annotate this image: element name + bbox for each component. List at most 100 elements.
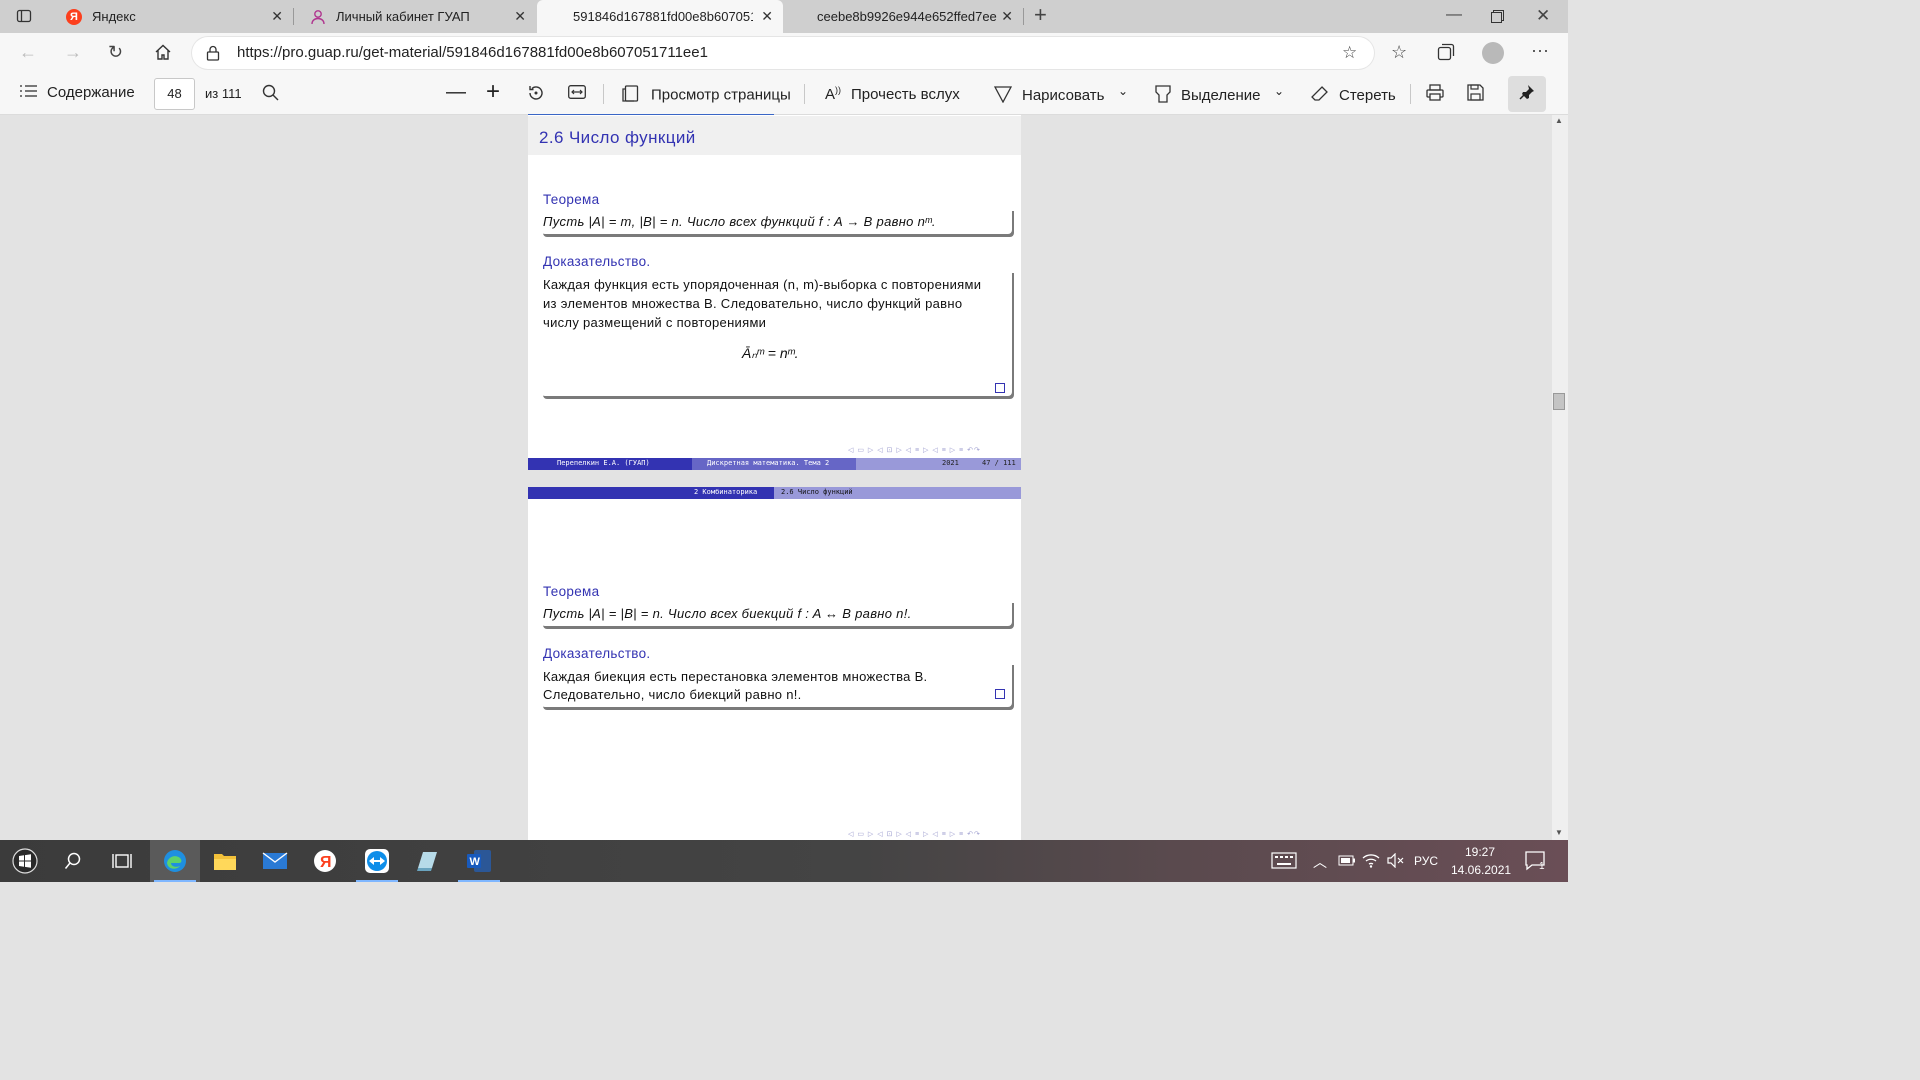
footer-author: Перепелкин Е.А. (ГУАП) (557, 459, 650, 467)
tab-title: Личный кабинет ГУАП (336, 9, 470, 24)
pin-toolbar-button[interactable] (1508, 76, 1546, 112)
profile-avatar[interactable] (1482, 42, 1504, 64)
theorem-title: Теорема (543, 192, 600, 207)
app-icon[interactable] (402, 840, 452, 882)
tab-yandex[interactable]: Я Яндекс ✕ (50, 0, 293, 33)
chevron-down-icon[interactable]: ⌄ (1118, 84, 1128, 98)
theorem-text: Пусть |A| = |B| = n. Число всех биекций … (543, 606, 912, 621)
contents-button[interactable]: Содержание (20, 84, 135, 102)
beamer-navigation-symbols[interactable]: ◁ ▭ ▷ ◁ ⊡ ▷ ◁ ≡ ▷ ◁ ≡ ▷ ≡ ↶↷ (848, 446, 981, 454)
volume-muted-icon[interactable] (1387, 852, 1405, 871)
close-icon[interactable]: ✕ (271, 8, 283, 25)
draw-label: Нарисовать (1022, 86, 1105, 104)
header-subsection: 2.6 Число функций (781, 488, 853, 496)
close-icon[interactable]: ✕ (761, 8, 773, 25)
qed-square (995, 383, 1005, 393)
proof-line: Каждая биекция есть перестановка элемент… (543, 669, 928, 684)
page-number-input[interactable]: 48 (154, 78, 195, 110)
maximize-icon[interactable] (1491, 8, 1504, 26)
proof-line: Следовательно, число биекций равно n!. (543, 687, 802, 702)
tab-title: Яндекс (92, 9, 136, 24)
minimize-icon[interactable]: — (1446, 6, 1462, 24)
yandex-browser-icon[interactable]: Я (300, 840, 350, 882)
edge-icon[interactable] (150, 840, 200, 882)
keyboard-icon[interactable] (1271, 852, 1297, 872)
tab-bar: Я Яндекс ✕ Личный кабинет ГУАП ✕ 591846d… (0, 0, 1568, 33)
save-icon[interactable] (1467, 84, 1484, 105)
proof-line: из элементов множества B. Следовательно,… (543, 296, 963, 311)
read-aloud-label: Прочесть вслух (851, 86, 960, 103)
qed-square (995, 689, 1005, 699)
erase-button[interactable]: Стереть (1311, 85, 1396, 107)
close-icon[interactable]: ✕ (1001, 8, 1013, 25)
footer-page-count: 47 / 111 (982, 459, 1016, 467)
draw-button[interactable]: Нарисовать (993, 85, 1105, 107)
mail-icon[interactable] (250, 840, 300, 882)
close-icon[interactable]: ✕ (514, 8, 526, 25)
chevron-down-icon[interactable]: ⌄ (1274, 84, 1284, 98)
close-window-icon[interactable]: ✕ (1536, 7, 1550, 25)
tab-guap-cabinet[interactable]: Личный кабинет ГУАП ✕ (294, 0, 536, 33)
teamviewer-icon[interactable] (352, 840, 402, 882)
word-icon[interactable]: W (454, 840, 504, 882)
zoom-in-icon[interactable]: + (486, 78, 500, 106)
windows-start-icon[interactable] (0, 840, 50, 882)
new-tab-icon[interactable]: + (1034, 4, 1047, 26)
person-icon (310, 9, 326, 25)
tab-actions-icon[interactable] (16, 8, 32, 27)
clock-date[interactable]: 14.06.2021 (1451, 863, 1511, 877)
rotate-icon[interactable] (527, 84, 545, 106)
address-bar[interactable]: https://pro.guap.ru/get-material/591846d… (192, 37, 1374, 69)
beamer-navigation-symbols[interactable]: ◁ ▭ ▷ ◁ ⊡ ▷ ◁ ≡ ▷ ◁ ≡ ▷ ≡ ↶↷ (848, 830, 981, 838)
back-icon[interactable]: ← (19, 43, 37, 61)
more-menu-icon[interactable]: ··· (1531, 41, 1549, 59)
lock-icon[interactable] (206, 45, 220, 64)
page-view-button[interactable]: Просмотр страницы (622, 85, 791, 106)
tab-current-pdf[interactable]: 591846d167881fd00e8b607051711ee1 ✕ (537, 0, 783, 33)
formula: Āₙᵐ = nᵐ. (742, 345, 799, 361)
wifi-icon[interactable] (1362, 853, 1380, 871)
search-icon[interactable] (262, 84, 279, 105)
highlight-button[interactable]: Выделение (1155, 85, 1260, 107)
home-icon[interactable] (154, 43, 172, 64)
header-section: 2 Комбинаторика (694, 488, 758, 496)
task-view-icon[interactable] (97, 840, 147, 882)
draw-icon (993, 85, 1013, 107)
eraser-icon (1311, 85, 1329, 107)
fit-width-icon[interactable] (568, 85, 586, 103)
scrollbar-thumb[interactable] (1553, 393, 1565, 410)
url-text[interactable]: https://pro.guap.ru/get-material/591846d… (237, 44, 708, 61)
battery-icon[interactable] (1338, 855, 1356, 869)
search-icon[interactable] (48, 840, 98, 882)
language-indicator[interactable]: РУС (1414, 854, 1438, 868)
clock-time[interactable]: 19:27 (1465, 845, 1495, 859)
refresh-icon[interactable]: ↻ (108, 43, 123, 61)
svg-text:W: W (470, 856, 481, 868)
svg-text:Я: Я (320, 854, 332, 871)
file-explorer-icon[interactable] (200, 840, 250, 882)
read-aloud-button[interactable]: A)) Прочесть вслух (825, 85, 960, 103)
page-view-icon (622, 85, 639, 106)
zoom-out-icon[interactable]: — (446, 81, 466, 104)
proof-title: Доказательство. (543, 254, 651, 269)
forward-icon[interactable]: → (64, 43, 82, 61)
scroll-down-arrow[interactable]: ▼ (1555, 828, 1563, 837)
tab-title: ceebe8b9926e944e652ffed7ee8 (817, 9, 997, 24)
read-aloud-icon: A)) (825, 85, 842, 103)
scroll-up-arrow[interactable]: ▲ (1555, 116, 1563, 125)
toolbar-separator (603, 84, 604, 104)
tab-second-pdf[interactable]: ceebe8b9926e944e652ffed7ee8 ✕ (783, 0, 1023, 33)
taskbar: Я W ︿ РУС 19:27 14.06.2021 1 (0, 840, 1568, 882)
add-favorite-icon[interactable]: ☆ (1342, 44, 1357, 62)
chevron-up-icon[interactable]: ︿ (1313, 852, 1327, 872)
toolbar-separator (1410, 84, 1411, 104)
page-total: из 111 (205, 86, 242, 101)
theorem-text: Пусть |A| = m, |B| = n. Число всех функц… (543, 214, 936, 229)
page-view-label: Просмотр страницы (651, 86, 791, 104)
collections-icon[interactable] (1437, 43, 1455, 64)
pdf-toolbar: Содержание 48 из 111 — + Просмотр страни… (0, 73, 1568, 116)
favorites-icon[interactable]: ☆ (1391, 43, 1407, 61)
footer-course: Дискретная математика. Тема 2 (707, 459, 830, 467)
vertical-scrollbar[interactable] (1552, 115, 1568, 840)
print-icon[interactable] (1426, 84, 1444, 105)
